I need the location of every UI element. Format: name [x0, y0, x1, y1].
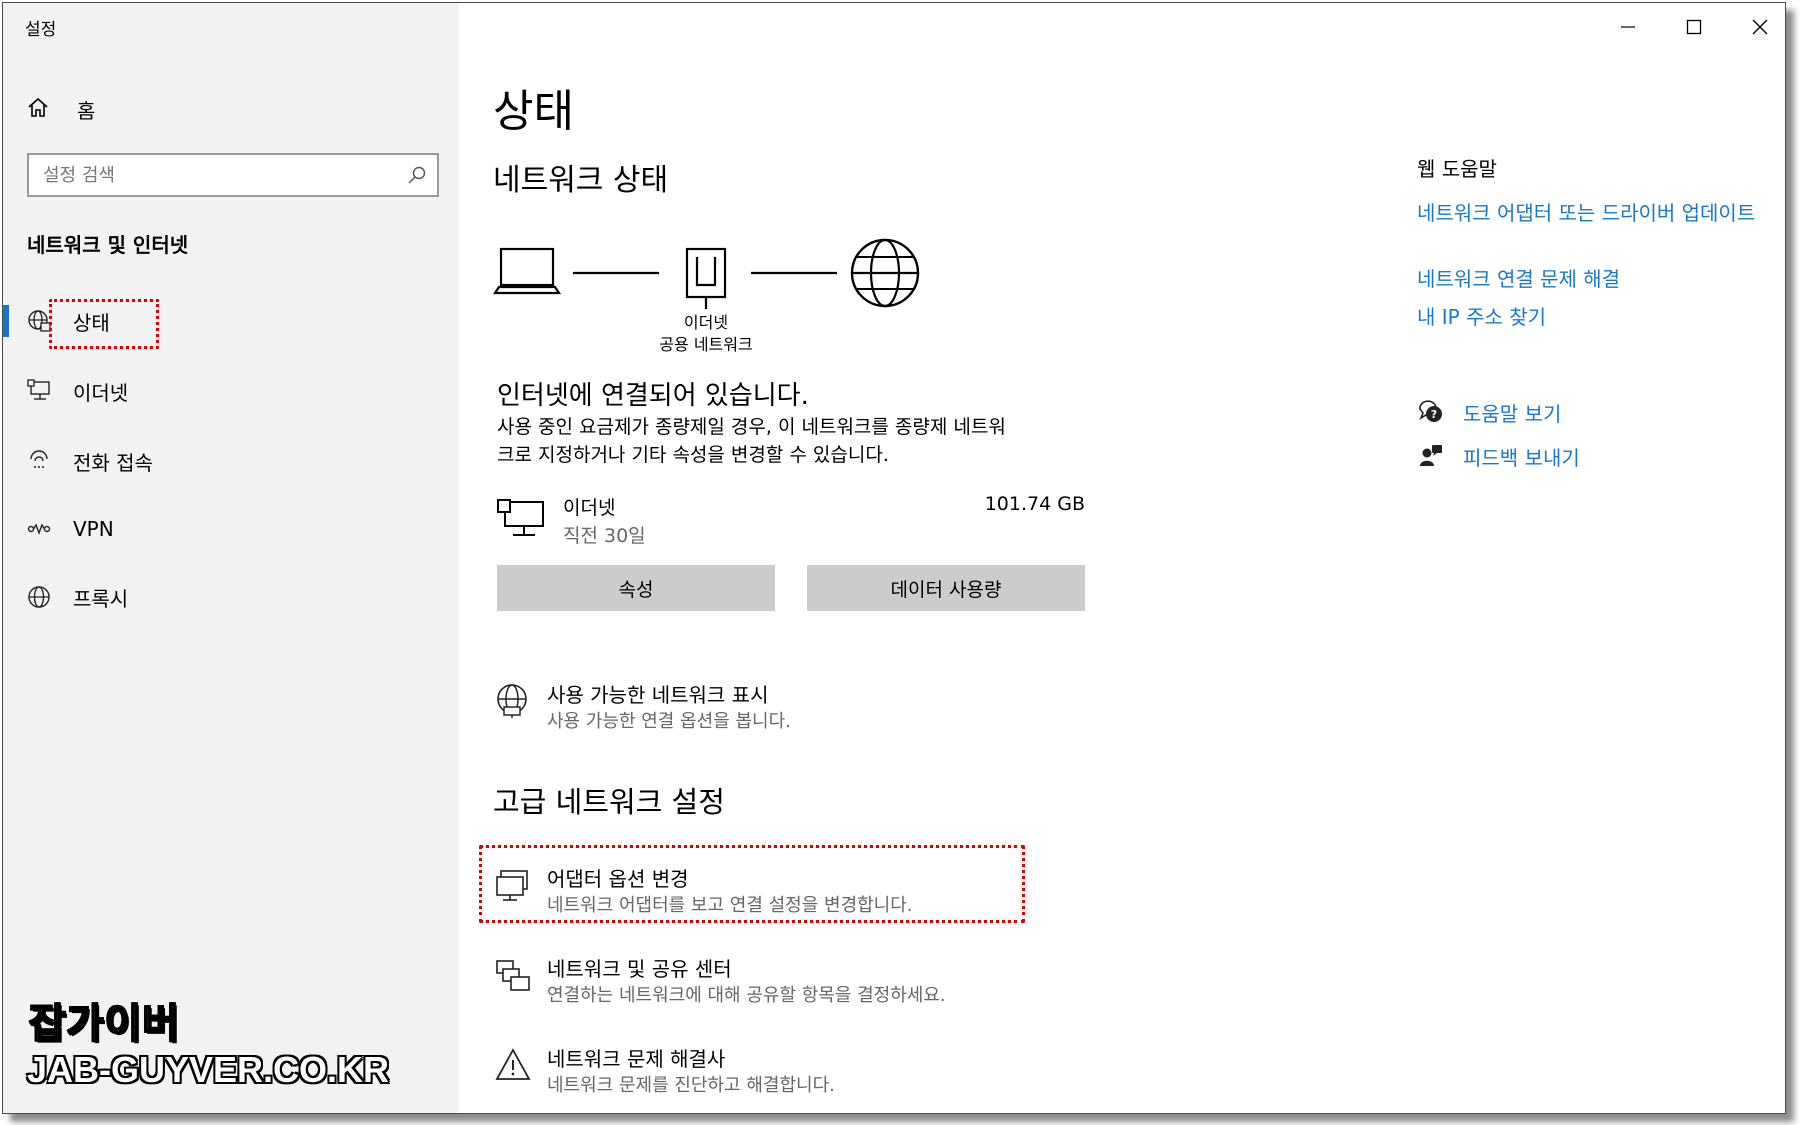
- troubleshooter-title: 네트워크 문제 해결사: [547, 1047, 726, 1071]
- sidebar-item-label: 이더넷: [73, 380, 129, 405]
- dialup-icon: [27, 449, 51, 473]
- help-link-find-ip[interactable]: 내 IP 주소 찾기: [1417, 303, 1757, 331]
- home-label: 홈: [77, 98, 96, 123]
- network-troubleshooter[interactable]: 네트워크 문제 해결사 네트워크 문제를 진단하고 해결합니다.: [493, 1043, 1053, 1099]
- connection-summary: 이더넷 직전 30일 101.74 GB: [497, 493, 1085, 553]
- sidebar: 설정 홈 네트워크 및 인터넷 상태 이더넷: [3, 3, 459, 1113]
- help-chat-icon: ?: [1417, 398, 1445, 426]
- watermark-url: JAB-GUYVER.CO.KR: [27, 1049, 390, 1090]
- highlight-box-adapter: [479, 845, 1025, 923]
- connection-period: 직전 30일: [563, 525, 646, 547]
- globe-status-icon: [27, 309, 51, 333]
- settings-window: 설정 홈 네트워크 및 인터넷 상태 이더넷: [2, 2, 1786, 1114]
- description-line: 크로 지정하거나 기타 속성을 변경할 수 있습니다.: [497, 444, 889, 466]
- highlight-box-status: [49, 299, 159, 349]
- adapter-label: 이더넷: [683, 313, 729, 332]
- show-networks-title: 사용 가능한 네트워크 표시: [547, 683, 769, 707]
- send-feedback-link[interactable]: 피드백 보내기: [1417, 441, 1580, 471]
- sidebar-item-dialup[interactable]: 전화 접속: [3, 433, 459, 489]
- sharing-center-icon: [493, 955, 533, 995]
- sidebar-item-label: 전화 접속: [73, 450, 153, 475]
- data-usage-value: 101.74 GB: [984, 493, 1085, 515]
- sidebar-item-label: VPN: [73, 517, 114, 541]
- page-title: 상태: [493, 86, 574, 137]
- search-icon[interactable]: [397, 165, 437, 185]
- sidebar-item-proxy[interactable]: 프록시: [3, 569, 459, 625]
- network-diagram: 이더넷 공용 네트워크: [492, 231, 933, 361]
- connection-status-text: 인터넷에 연결되어 있습니다.: [497, 381, 809, 411]
- minimize-icon: [1620, 19, 1636, 39]
- show-available-networks[interactable]: 사용 가능한 네트워크 표시 사용 가능한 연결 옵션을 봅니다.: [493, 679, 1053, 735]
- minimize-button[interactable]: [1601, 9, 1655, 49]
- feedback-icon: [1417, 442, 1445, 470]
- web-help-heading: 웹 도움말: [1417, 157, 1497, 181]
- watermark-korean: 잡가이버: [28, 1000, 181, 1048]
- ethernet-plug-icon: [685, 247, 727, 309]
- ethernet-icon: [27, 379, 51, 403]
- maximize-icon: [1686, 19, 1702, 39]
- metered-description: 사용 중인 요금제가 종량제일 경우, 이 네트워크를 종량제 네트워 크로 지…: [497, 413, 1097, 469]
- troubleshooter-subtitle: 네트워크 문제를 진단하고 해결합니다.: [547, 1075, 835, 1096]
- screenshot-frame: 설정 홈 네트워크 및 인터넷 상태 이더넷: [0, 0, 1800, 1125]
- network-sharing-center[interactable]: 네트워크 및 공유 센터 연결하는 네트워크에 대해 공유할 항목을 결정하세요…: [493, 953, 1053, 1009]
- get-help-link[interactable]: ? 도움말 보기: [1417, 397, 1561, 427]
- properties-button[interactable]: 속성: [497, 565, 775, 611]
- help-link-adapter-driver[interactable]: 네트워크 어댑터 또는 드라이버 업데이트: [1417, 199, 1757, 227]
- home-link[interactable]: 홈: [27, 93, 95, 125]
- close-icon: [1752, 19, 1768, 39]
- network-diagram-graphic: [492, 238, 920, 309]
- section-title: 네트워크 및 인터넷: [27, 233, 189, 257]
- network-globe-icon: [493, 681, 533, 721]
- network-status-heading: 네트워크 상태: [493, 163, 669, 198]
- sharing-center-title: 네트워크 및 공유 센터: [547, 957, 732, 981]
- internet-globe-icon: [850, 238, 920, 308]
- sidebar-item-ethernet[interactable]: 이더넷: [3, 363, 459, 419]
- show-networks-subtitle: 사용 가능한 연결 옵션을 봅니다.: [547, 711, 791, 732]
- search-box[interactable]: [27, 153, 439, 197]
- sidebar-item-label: 프록시: [73, 586, 129, 611]
- laptop-icon: [492, 247, 562, 295]
- network-label: 공용 네트워크: [659, 335, 753, 354]
- help-link-connection-issues[interactable]: 네트워크 연결 문제 해결: [1417, 265, 1757, 293]
- send-feedback-label: 피드백 보내기: [1463, 445, 1580, 470]
- maximize-button[interactable]: [1667, 9, 1721, 49]
- search-input[interactable]: [29, 155, 397, 195]
- get-help-label: 도움말 보기: [1463, 401, 1562, 426]
- sharing-center-subtitle: 연결하는 네트워크에 대해 공유할 항목을 결정하세요.: [547, 985, 946, 1006]
- window-title: 설정: [25, 20, 57, 40]
- close-button[interactable]: [1733, 9, 1785, 49]
- ethernet-computer-icon: [497, 499, 545, 543]
- globe-icon: [27, 585, 51, 609]
- home-icon: [27, 96, 49, 122]
- sidebar-item-vpn[interactable]: VPN: [3, 501, 459, 557]
- warning-icon: [493, 1045, 533, 1085]
- svg-text:?: ?: [1431, 408, 1437, 421]
- vpn-icon: [27, 517, 51, 541]
- advanced-settings-heading: 고급 네트워크 설정: [493, 785, 725, 819]
- description-line: 사용 중인 요금제가 종량제일 경우, 이 네트워크를 종량제 네트워: [497, 416, 1006, 438]
- data-usage-button[interactable]: 데이터 사용량: [807, 565, 1085, 611]
- connection-name: 이더넷: [563, 497, 616, 519]
